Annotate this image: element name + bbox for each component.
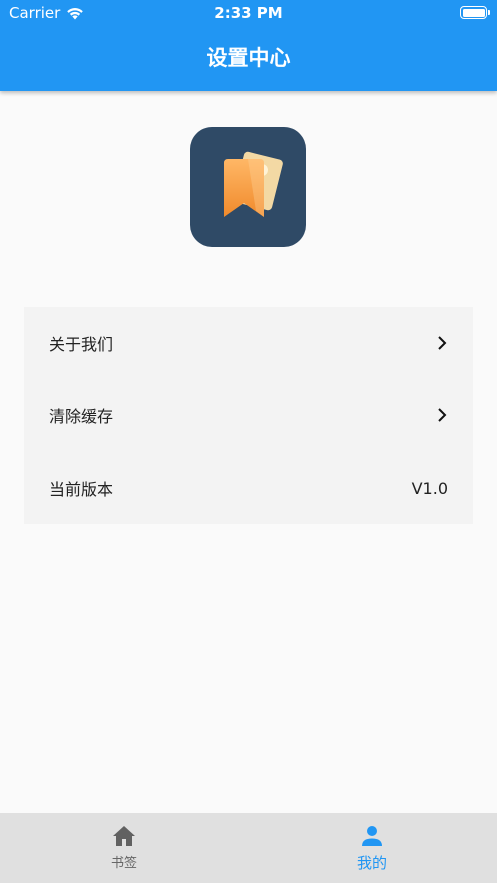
chevron-right-icon bbox=[438, 336, 447, 350]
tab-mine[interactable]: 我的 bbox=[248, 813, 496, 883]
menu-item-label: 关于我们 bbox=[49, 335, 114, 354]
status-time: 2:33 PM bbox=[214, 4, 283, 22]
menu-item-clear-cache[interactable]: 清除缓存 bbox=[24, 379, 473, 451]
battery-icon bbox=[460, 6, 490, 19]
app-logo bbox=[190, 127, 306, 247]
bookmark-photo-icon bbox=[224, 151, 283, 217]
settings-menu: 关于我们 清除缓存 当前版本 V1.0 bbox=[24, 307, 473, 524]
person-icon bbox=[362, 826, 382, 846]
app-header: Carrier 2:33 PM 设置中心 bbox=[0, 0, 497, 91]
menu-item-label: 清除缓存 bbox=[49, 407, 114, 426]
chevron-right-icon bbox=[438, 408, 447, 422]
bottom-tab-bar: 书签 我的 bbox=[0, 813, 497, 883]
status-bar: Carrier 2:33 PM bbox=[0, 0, 497, 26]
tab-label: 我的 bbox=[356, 854, 387, 872]
menu-item-about[interactable]: 关于我们 bbox=[24, 307, 473, 379]
version-value: V1.0 bbox=[411, 478, 448, 498]
page-title: 设置中心 bbox=[206, 46, 291, 70]
home-icon bbox=[113, 826, 135, 846]
menu-item-version: 当前版本 V1.0 bbox=[24, 452, 473, 524]
tab-bookmarks[interactable]: 书签 bbox=[0, 813, 248, 883]
tab-label: 书签 bbox=[110, 856, 137, 871]
menu-item-label: 当前版本 bbox=[49, 480, 114, 499]
